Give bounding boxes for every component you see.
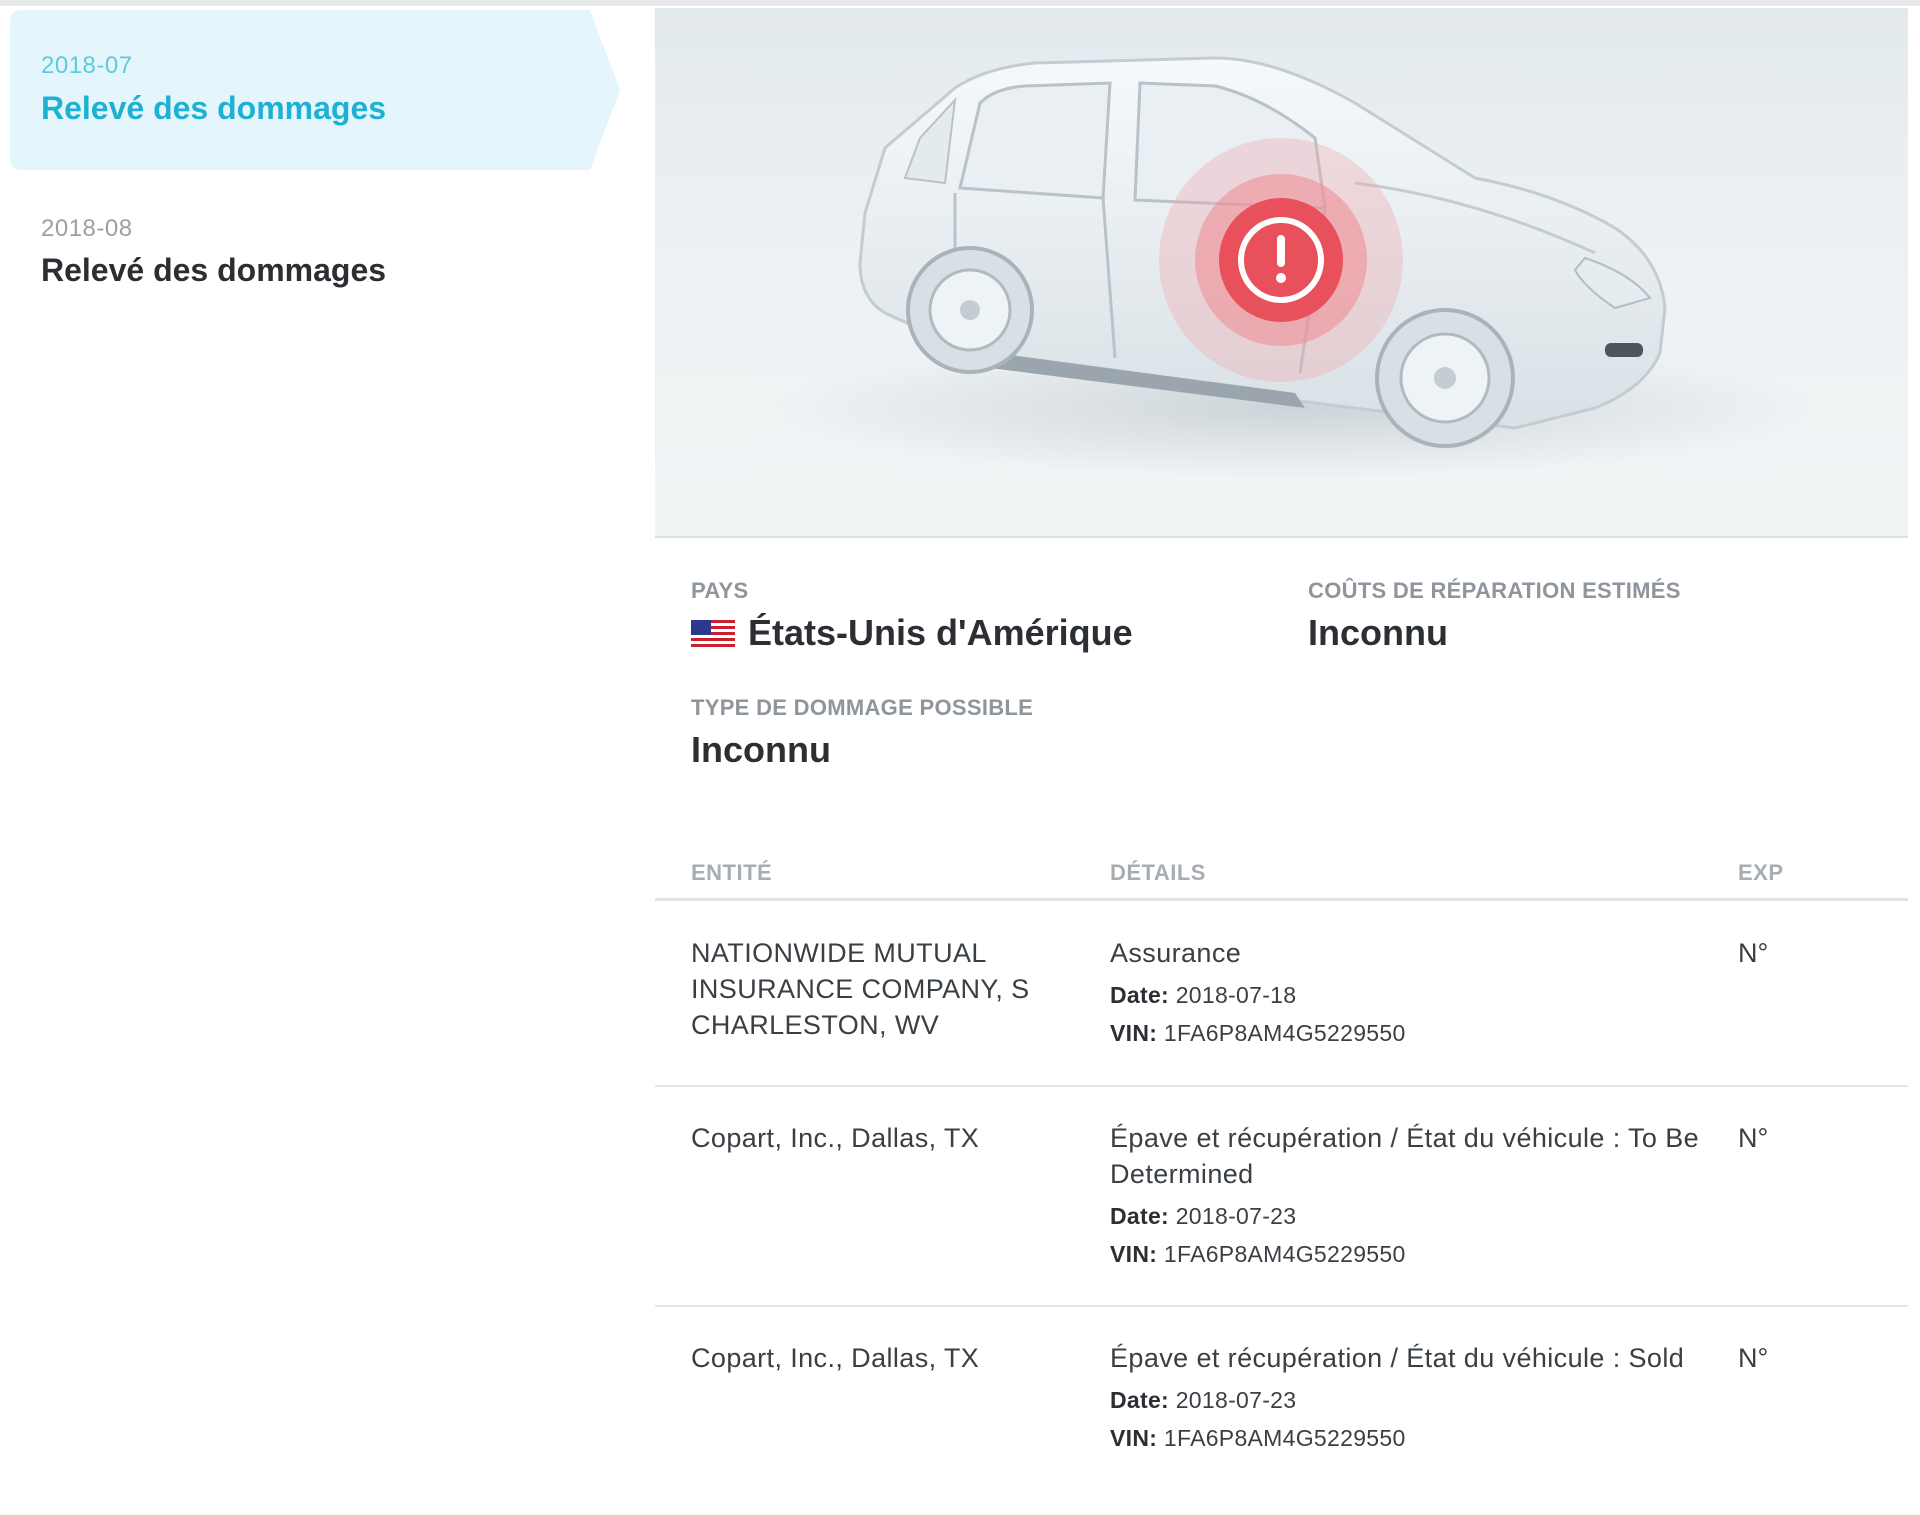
details-vin: VIN: 1FA6P8AM4G5229550 [1110,1424,1710,1452]
vehicle-damage-illustration [655,8,1908,538]
damage-type-label: TYPE DE DOMMAGE POSSIBLE [691,695,1034,720]
entity-cell: NATIONWIDE MUTUAL INSURANCE COMPANY, S C… [691,938,1030,1040]
sidebar-item-date: 2018-08 [41,215,133,242]
damage-type-value: Inconnu [691,729,831,770]
column-header-details: DÉTAILS [1110,860,1206,885]
details-type: Épave et récupération / État du véhicule… [1110,1123,1700,1189]
details-cell: Épave et récupération / État du véhicule… [1110,1120,1710,1268]
details-vin: VIN: 1FA6P8AM4G5229550 [1110,1019,1710,1047]
details-type: Assurance [1110,938,1242,968]
details-date: Date: 2018-07-18 [1110,981,1710,1009]
exp-cell: N° [1738,1123,1769,1153]
details-type: Épave et récupération / État du véhicule… [1110,1343,1685,1373]
sidebar-item-2018-07[interactable]: 2018-07 Relevé des dommages [10,10,620,170]
sidebar-item-2018-08[interactable]: 2018-08 Relevé des dommages [10,172,620,332]
row-divider [655,1305,1908,1307]
country-label: PAYS [691,578,749,603]
details-cell: Assurance Date: 2018-07-18 VIN: 1FA6P8AM… [1110,935,1710,1047]
row-divider [655,1085,1908,1087]
repair-cost-label: COÛTS DE RÉPARATION ESTIMÉS [1308,578,1681,603]
rear-wheel [906,246,1034,374]
date-value: 2018-07-23 [1175,1387,1297,1413]
vin-value: 1FA6P8AM4G5229550 [1163,1020,1406,1046]
date-label: Date: [1110,982,1170,1008]
details-vin: VIN: 1FA6P8AM4G5229550 [1110,1240,1710,1268]
date-value: 2018-07-23 [1175,1203,1297,1229]
repair-cost-value: Inconnu [1308,612,1448,653]
vin-label: VIN: [1110,1020,1158,1046]
damage-report-main: PAYS États-Unis d'Amérique COÛTS DE RÉPA… [655,8,1908,1515]
sidebar-item-date: 2018-07 [41,52,133,79]
date-label: Date: [1110,1203,1170,1229]
damage-marker [1159,138,1403,382]
details-cell: Épave et récupération / État du véhicule… [1110,1340,1710,1452]
table-header-divider [655,898,1908,901]
sidebar-item-title: Relevé des dommages [41,90,387,126]
column-header-exp: EXP [1738,860,1784,885]
exp-cell: N° [1738,938,1769,968]
date-value: 2018-07-18 [1175,982,1297,1008]
exp-cell: N° [1738,1343,1769,1373]
report-sidebar: 2018-07 Relevé des dommages 2018-08 Rele… [0,0,640,1515]
entity-cell: Copart, Inc., Dallas, TX [691,1123,980,1153]
details-date: Date: 2018-07-23 [1110,1202,1710,1230]
vin-label: VIN: [1110,1241,1158,1267]
front-wheel [1375,308,1515,448]
column-header-entity: ENTITÉ [691,860,773,885]
car-illustration [775,56,1815,478]
details-date: Date: 2018-07-23 [1110,1386,1710,1414]
vin-value: 1FA6P8AM4G5229550 [1163,1241,1406,1267]
sidebar-item-title: Relevé des dommages [41,252,387,288]
us-flag-icon [691,620,735,650]
date-label: Date: [1110,1387,1170,1413]
vin-value: 1FA6P8AM4G5229550 [1163,1425,1406,1451]
country-value: États-Unis d'Amérique [748,612,1133,653]
entity-cell: Copart, Inc., Dallas, TX [691,1343,980,1373]
vin-label: VIN: [1110,1425,1158,1451]
